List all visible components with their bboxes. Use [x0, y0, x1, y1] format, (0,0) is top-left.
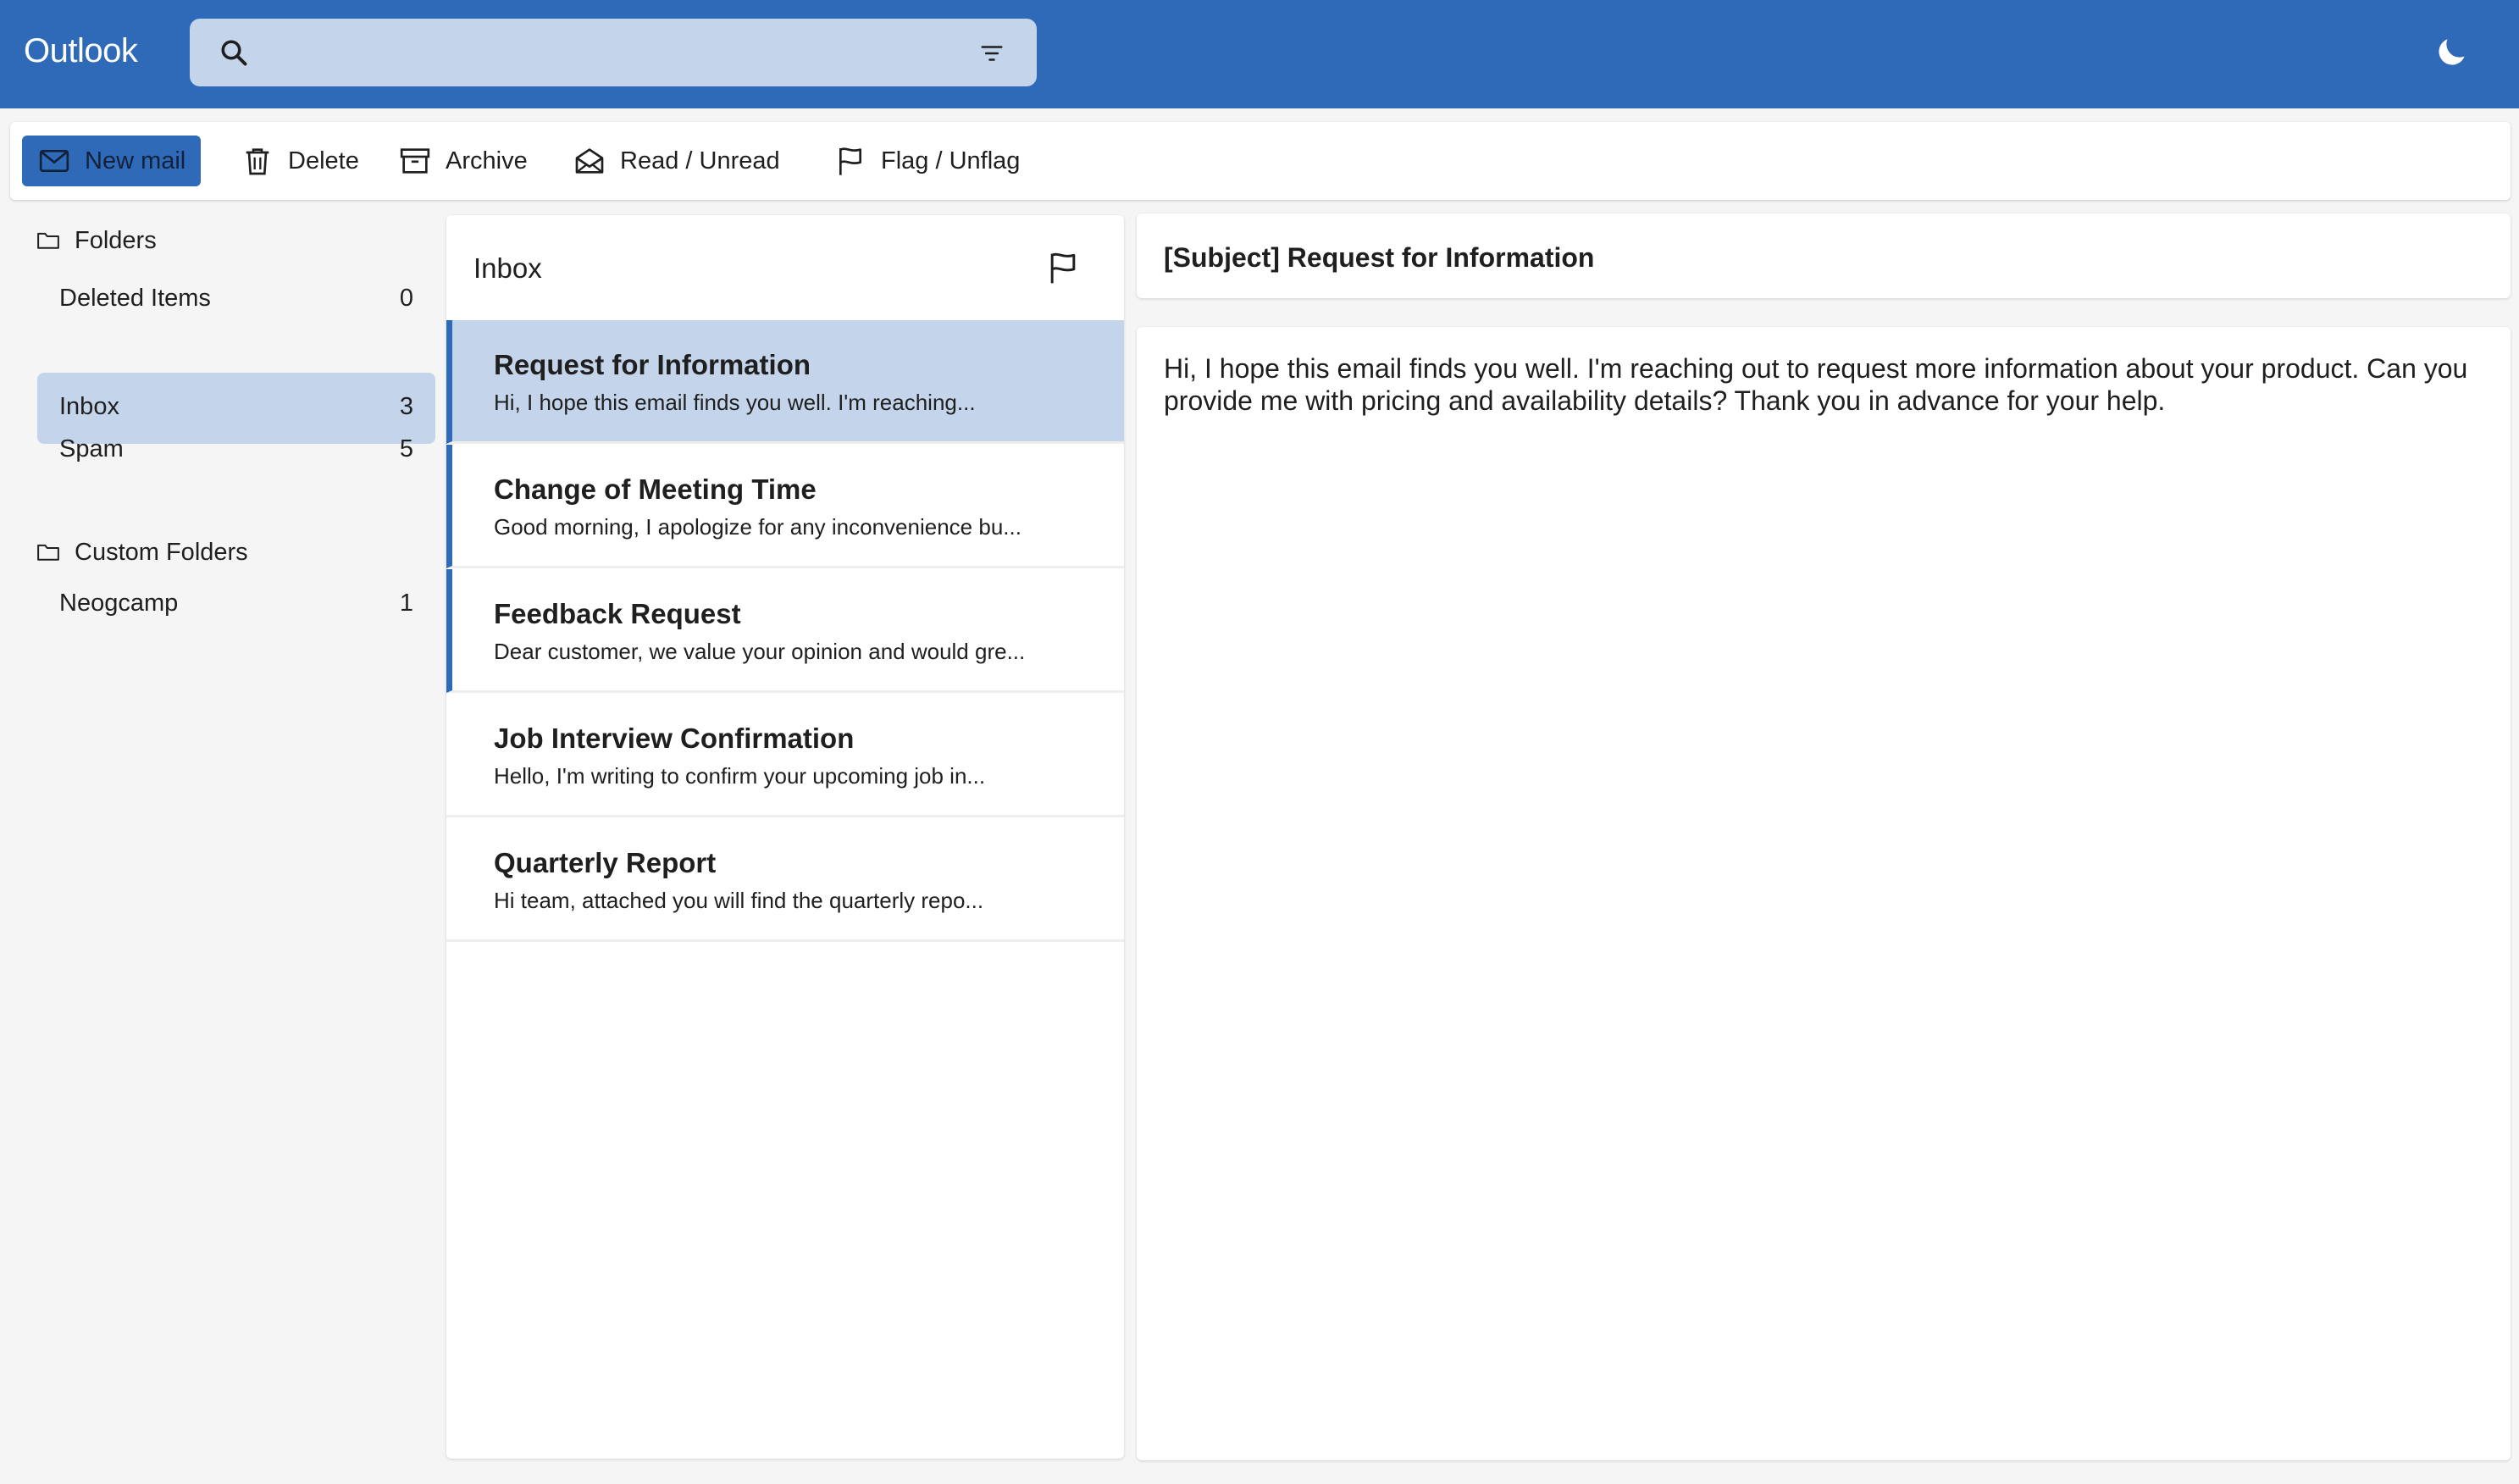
mail-preview: Hi team, attached you will find the quar… [494, 888, 984, 913]
top-bar: Outlook [0, 0, 2519, 108]
folder-count: 5 [399, 435, 413, 462]
reading-subject-bar: [Subject] Request for Information [1137, 213, 2511, 298]
folders-header: Folders [36, 222, 157, 259]
folder-count: 1 [399, 590, 413, 617]
search-icon [221, 40, 247, 66]
mail-list-item[interactable]: Job Interview Confirmation Hello, I'm wri… [446, 694, 1124, 817]
folders-header-label: Folders [75, 226, 157, 254]
folder-icon [37, 232, 59, 249]
toolbar: New mail Delete Archive Read / Unread Fl… [10, 122, 2511, 200]
app-title: Outlook [24, 32, 138, 69]
folder-name: Deleted Items [59, 285, 211, 312]
mail-list-item[interactable]: Feedback Request Dear customer, we value … [446, 569, 1124, 693]
mail-list-title: Inbox [473, 252, 542, 284]
mail-preview: Hello, I'm writing to confirm your upcom… [494, 763, 986, 789]
folder-deleted-items[interactable]: Deleted Items 0 [37, 264, 435, 335]
flag-icon[interactable] [1044, 249, 1082, 286]
folder-name: Neogcamp [59, 590, 179, 617]
mail-list-item[interactable]: Change of Meeting Time Good morning, I ap… [446, 445, 1124, 568]
mail-subject: Request for Information [494, 349, 811, 380]
reading-body: Hi, I hope this email finds you well. I'… [1164, 353, 2468, 416]
new-mail-label: New mail [85, 147, 186, 174]
custom-folders-header: Custom Folders [36, 534, 248, 571]
folder-spam[interactable]: Spam 5 [37, 415, 435, 486]
mail-subject: Change of Meeting Time [494, 473, 817, 505]
mail-subject: Feedback Request [494, 598, 741, 629]
mail-list-pane: Inbox Request for Information Hi, I hope … [446, 215, 1124, 1459]
search-input[interactable] [271, 30, 949, 75]
mail-preview: Hi, I hope this email finds you well. I'… [494, 390, 976, 415]
filter-icon[interactable] [979, 41, 1005, 66]
read-unread-label: Read / Unread [620, 147, 780, 174]
folder-count: 0 [399, 285, 413, 312]
moon-icon[interactable] [2433, 34, 2470, 71]
mail-list-item[interactable]: Request for Information Hi, I hope this e… [446, 320, 1124, 444]
folder-name: Spam [59, 435, 124, 462]
mail-subject: Job Interview Confirmation [494, 723, 855, 754]
folder-icon [37, 544, 59, 561]
new-mail-button[interactable]: New mail [22, 136, 202, 186]
mail-preview: Good morning, I apologize for any inconv… [494, 514, 1021, 540]
archive-icon [400, 148, 430, 174]
reading-subject: [Subject] Request for Information [1164, 242, 1595, 273]
mail-preview: Dear customer, we value your opinion and… [494, 639, 1026, 664]
search-box[interactable] [190, 19, 1037, 86]
read-unread-button[interactable]: Read / Unread [557, 136, 795, 186]
mail-subject: Quarterly Report [494, 847, 717, 878]
custom-folders-header-label: Custom Folders [75, 538, 248, 566]
folder-neogcamp[interactable]: Neogcamp 1 [37, 569, 435, 640]
delete-button[interactable]: Delete [225, 136, 374, 186]
envelope-open-icon [575, 148, 604, 174]
mail-list-item[interactable]: Quarterly Report Hi team, attached you wi… [446, 818, 1124, 942]
archive-button[interactable]: Archive [383, 136, 543, 186]
mail-icon [39, 150, 69, 172]
flag-unflag-label: Flag / Unflag [881, 147, 1021, 174]
reading-body-pane: Hi, I hope this email finds you well. I'… [1137, 327, 2511, 1460]
flag-icon [839, 147, 861, 175]
archive-label: Archive [446, 147, 528, 174]
trash-icon [246, 148, 269, 175]
flag-unflag-button[interactable]: Flag / Unflag [818, 136, 1035, 186]
delete-label: Delete [288, 147, 359, 174]
